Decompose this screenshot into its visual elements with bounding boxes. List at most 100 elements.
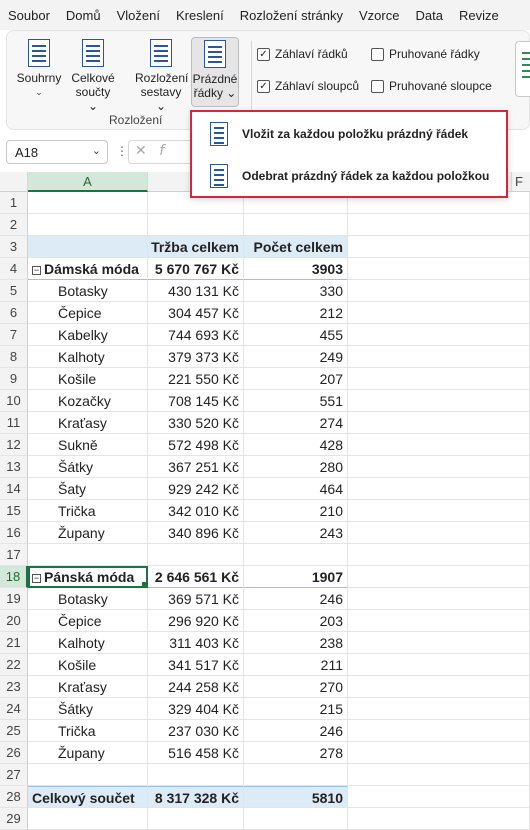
group-label[interactable]: − Dámská móda — [28, 258, 148, 280]
item-label[interactable]: Čepice — [28, 302, 148, 324]
column-header-f[interactable]: F — [515, 172, 523, 192]
cell-d[interactable] — [348, 412, 530, 434]
row-header[interactable]: 21 — [0, 632, 28, 654]
cell-b[interactable]: 516 458 Kč — [148, 742, 244, 764]
more-options-icon[interactable]: ⋮ — [116, 144, 128, 158]
cell-b[interactable]: 237 030 Kč — [148, 720, 244, 742]
cell-d[interactable] — [348, 522, 530, 544]
cell-b[interactable]: 379 373 Kč — [148, 346, 244, 368]
cell-b[interactable]: 340 896 Kč — [148, 522, 244, 544]
cell-d[interactable] — [348, 808, 530, 830]
row-header[interactable]: 15 — [0, 500, 28, 522]
row-header[interactable]: 12 — [0, 434, 28, 456]
item-label[interactable]: Košile — [28, 654, 148, 676]
cell-d[interactable] — [348, 654, 530, 676]
cell-d[interactable] — [348, 500, 530, 522]
item-label[interactable]: Sukně — [28, 434, 148, 456]
select-all-corner[interactable] — [0, 172, 28, 192]
row-header[interactable]: 29 — [0, 808, 28, 830]
column-header-count[interactable]: Počet celkem — [244, 236, 348, 258]
row-header[interactable]: 3 — [0, 236, 28, 258]
cell-c[interactable]: 249 — [244, 346, 348, 368]
row-header[interactable]: 1 — [0, 192, 28, 214]
row-header[interactable]: 7 — [0, 324, 28, 346]
cell-d[interactable] — [348, 214, 530, 236]
cell-c[interactable]: 203 — [244, 610, 348, 632]
row-header[interactable]: 23 — [0, 676, 28, 698]
cell-b[interactable]: 744 693 Kč — [148, 324, 244, 346]
item-label[interactable]: Kalhoty — [28, 346, 148, 368]
tab-vzorce[interactable]: Vzorce — [351, 8, 407, 23]
cell-c[interactable]: 246 — [244, 588, 348, 610]
tab-kresleni[interactable]: Kreslení — [168, 8, 232, 23]
cell-c[interactable]: 238 — [244, 632, 348, 654]
cell-c[interactable] — [244, 808, 348, 830]
insert-blank-row-item[interactable]: Vložit za každou položku prázdný řádek — [192, 116, 506, 152]
cell-d[interactable] — [348, 456, 530, 478]
grand-total-label[interactable]: Celkový součet — [28, 786, 148, 808]
cell-c[interactable]: 3903 — [244, 258, 348, 280]
item-label[interactable]: Šátky — [28, 698, 148, 720]
cell-d[interactable] — [348, 698, 530, 720]
row-header[interactable]: 11 — [0, 412, 28, 434]
item-label[interactable]: Kozačky — [28, 390, 148, 412]
row-header[interactable]: 14 — [0, 478, 28, 500]
cell-d[interactable] — [348, 632, 530, 654]
cell-d[interactable] — [348, 786, 530, 808]
item-label[interactable]: Trička — [28, 500, 148, 522]
cell-d[interactable] — [348, 566, 530, 588]
cell-d[interactable] — [348, 588, 530, 610]
cell-a[interactable] — [28, 808, 148, 830]
name-box[interactable]: A18 ⌄ — [6, 140, 108, 164]
item-label[interactable]: Čepice — [28, 610, 148, 632]
cell-c[interactable]: 210 — [244, 500, 348, 522]
item-label[interactable]: Kabelky — [28, 324, 148, 346]
cell-b[interactable] — [148, 808, 244, 830]
cell-c[interactable]: 280 — [244, 456, 348, 478]
cell-c[interactable] — [244, 764, 348, 786]
column-header-a[interactable]: A — [28, 172, 148, 192]
cell-b[interactable] — [148, 544, 244, 566]
banded-rows-checkbox[interactable]: Pruhované řádky — [371, 47, 480, 61]
row-header[interactable]: 17 — [0, 544, 28, 566]
banded-columns-checkbox[interactable]: Pruhované sloupce — [371, 79, 492, 93]
collapse-icon[interactable]: − — [32, 266, 41, 275]
cell-d[interactable] — [348, 434, 530, 456]
cell-b[interactable]: 369 571 Kč — [148, 588, 244, 610]
cell-a[interactable] — [28, 544, 148, 566]
column-header-sales[interactable]: Tržba celkem — [148, 236, 244, 258]
remove-blank-row-item[interactable]: Odebrat prázdný řádek za každou položkou — [192, 158, 506, 194]
tab-data[interactable]: Data — [407, 8, 450, 23]
item-label[interactable]: Župany — [28, 522, 148, 544]
row-header[interactable]: 27 — [0, 764, 28, 786]
item-label[interactable]: Trička — [28, 720, 148, 742]
cell-c[interactable]: 211 — [244, 654, 348, 676]
cell-c[interactable]: 455 — [244, 324, 348, 346]
tab-domu[interactable]: Domů — [58, 8, 109, 23]
item-label[interactable]: Kraťasy — [28, 412, 148, 434]
row-header[interactable]: 25 — [0, 720, 28, 742]
cell-d[interactable] — [348, 324, 530, 346]
row-header[interactable]: 26 — [0, 742, 28, 764]
cell-d[interactable] — [348, 676, 530, 698]
cell-d[interactable] — [348, 368, 530, 390]
item-label[interactable]: Kraťasy — [28, 676, 148, 698]
group-label[interactable]: − Pánská móda — [28, 566, 148, 588]
cell-d[interactable] — [348, 346, 530, 368]
tab-rozlozeni-stranky[interactable]: Rozložení stránky — [232, 8, 351, 23]
collapse-icon[interactable]: − — [32, 574, 41, 583]
row-header[interactable]: 13 — [0, 456, 28, 478]
cell-c[interactable] — [244, 214, 348, 236]
cell-b[interactable]: 244 258 Kč — [148, 676, 244, 698]
cell-b[interactable]: 929 242 Kč — [148, 478, 244, 500]
tab-soubor[interactable]: Soubor — [0, 8, 58, 23]
cell-a[interactable] — [28, 192, 148, 214]
cell-d[interactable] — [348, 302, 530, 324]
item-label[interactable]: Šátky — [28, 456, 148, 478]
cell-c[interactable]: 207 — [244, 368, 348, 390]
cell-b[interactable] — [148, 764, 244, 786]
cell-b[interactable]: 342 010 Kč — [148, 500, 244, 522]
cell-c[interactable]: 330 — [244, 280, 348, 302]
row-header[interactable]: 24 — [0, 698, 28, 720]
cell-a[interactable] — [28, 214, 148, 236]
